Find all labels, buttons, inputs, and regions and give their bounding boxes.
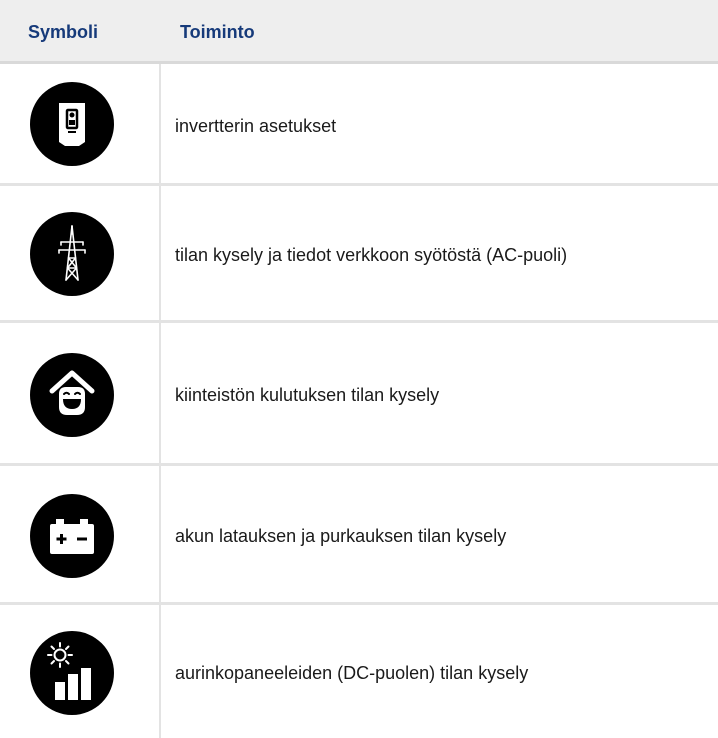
row-label: tilan kysely ja tiedot verkkoon syötöstä… bbox=[175, 245, 568, 265]
battery-icon bbox=[30, 494, 114, 578]
sun-bar-chart-icon bbox=[30, 631, 114, 715]
symbol-table: Symboli Toiminto invertterin asetukset t… bbox=[0, 0, 718, 738]
smiling-house-icon bbox=[30, 353, 114, 437]
inverter-icon bbox=[30, 82, 114, 166]
row-label: aurinkopaneeleiden (DC-puolen) tilan kys… bbox=[175, 663, 529, 683]
row-label: invertterin asetukset bbox=[175, 116, 337, 136]
row-label: akun latauksen ja purkauksen tilan kysel… bbox=[175, 526, 507, 546]
table-row: invertterin asetukset bbox=[0, 64, 718, 186]
table-row: akun latauksen ja purkauksen tilan kysel… bbox=[0, 466, 718, 605]
table-row: kiinteistön kulutuksen tilan kysely bbox=[0, 323, 718, 466]
power-pylon-icon bbox=[30, 212, 114, 296]
table-row: aurinkopaneeleiden (DC-puolen) tilan kys… bbox=[0, 605, 718, 738]
table-header: Symboli Toiminto bbox=[0, 0, 718, 64]
table-row: tilan kysely ja tiedot verkkoon syötöstä… bbox=[0, 186, 718, 323]
row-label: kiinteistön kulutuksen tilan kysely bbox=[175, 385, 440, 405]
column-header-symbol: Symboli bbox=[28, 22, 99, 42]
column-header-function: Toiminto bbox=[180, 22, 255, 42]
